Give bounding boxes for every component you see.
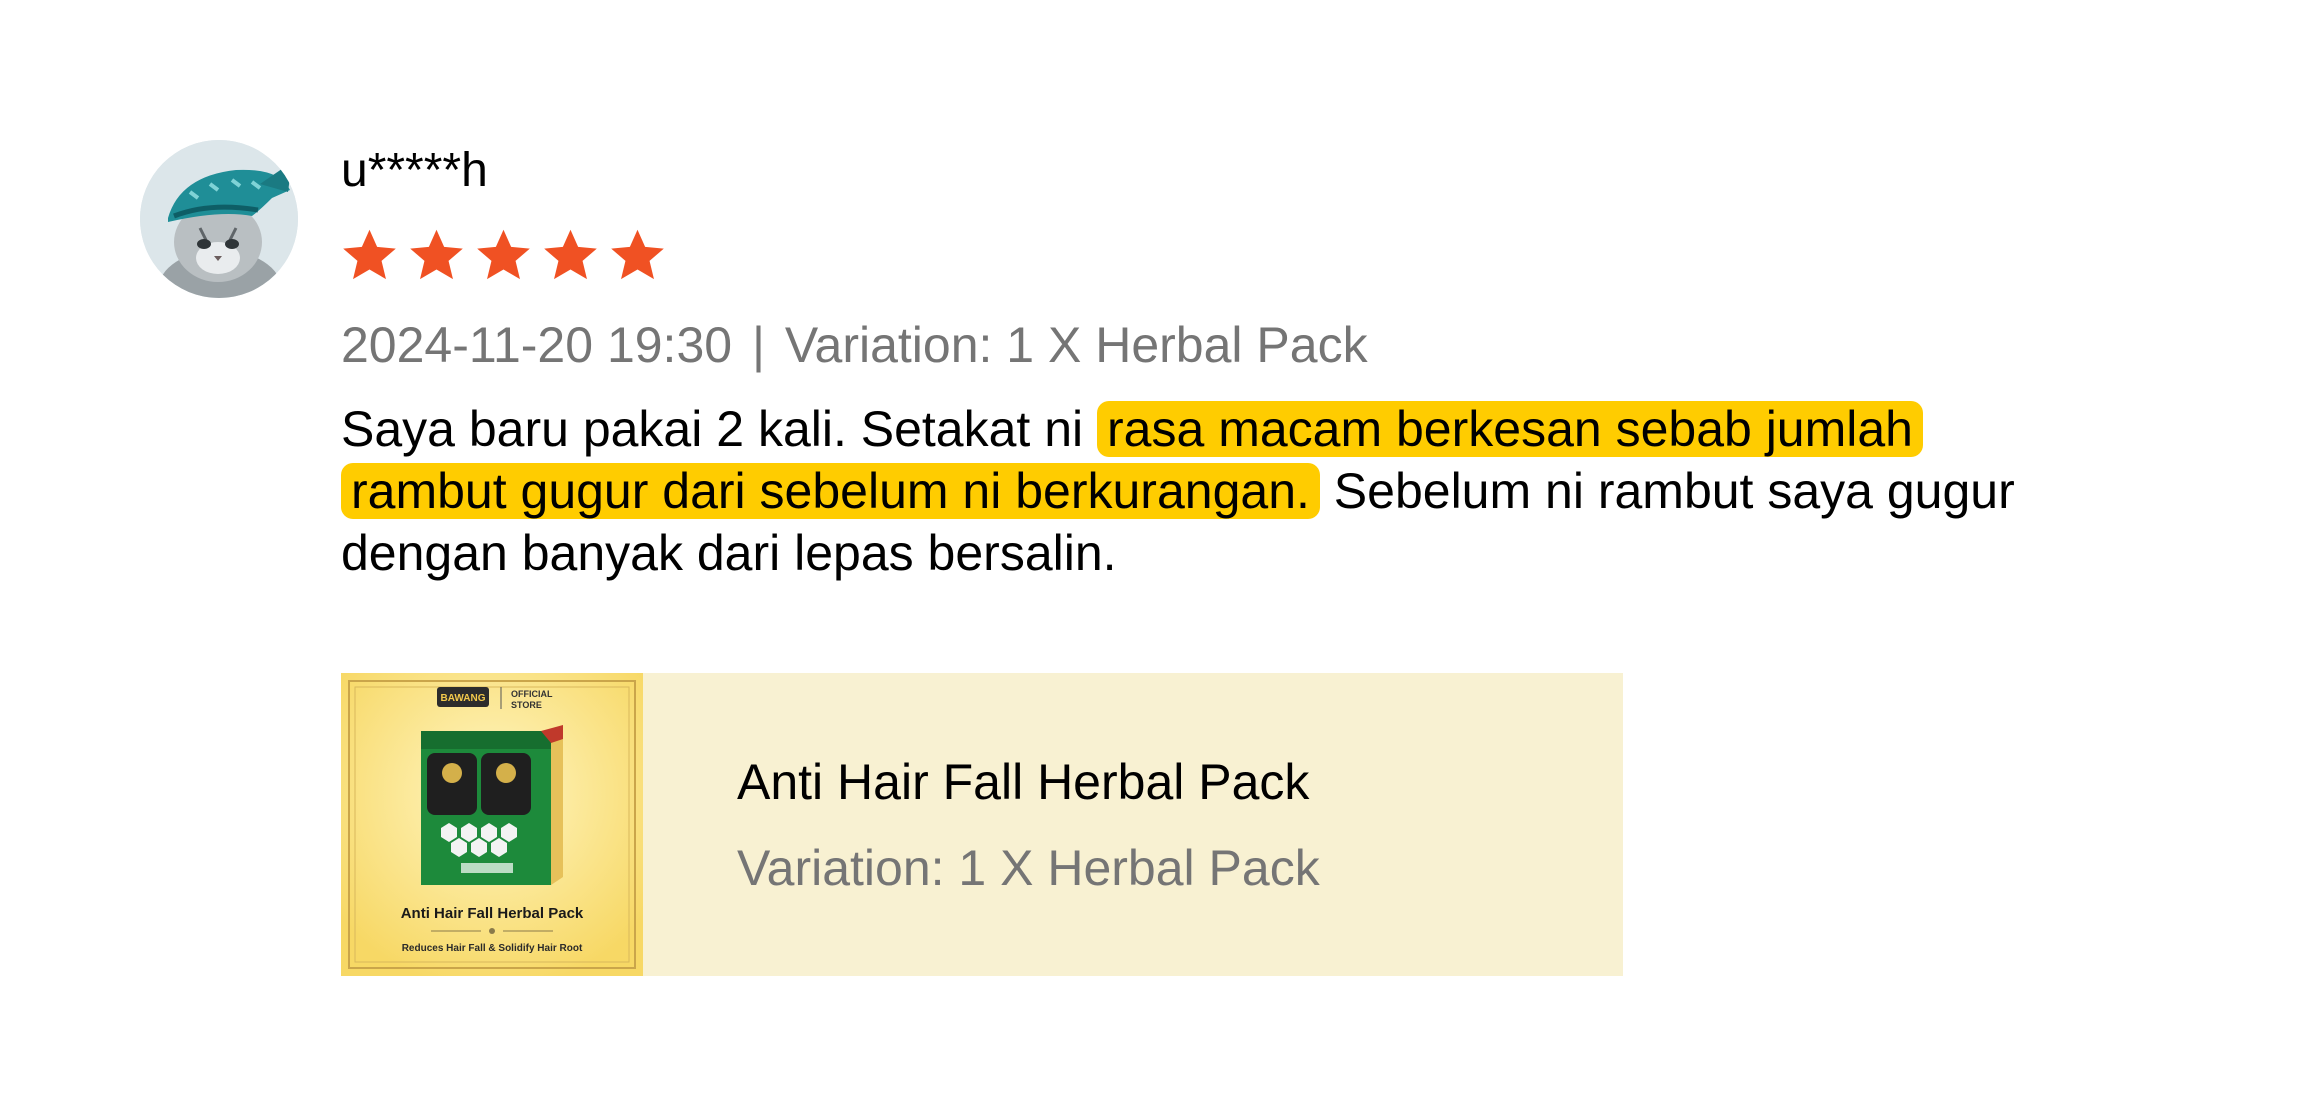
star-icon [477, 229, 530, 280]
official-label: OFFICIAL [511, 689, 553, 699]
review-text: Saya baru pakai 2 kali. Setakat ni rasa … [341, 398, 2021, 584]
review-date: 2024-11-20 19:30 [341, 317, 733, 373]
review-card: u*****h 2024-11-20 19:30 | Variation: 1 … [0, 0, 2314, 1104]
star-icon [544, 229, 597, 280]
pack-subtitle-text: Reduces Hair Fall & Solidify Hair Root [402, 943, 583, 954]
rating-stars [340, 226, 667, 285]
product-thumbnail[interactable]: BAWANG OFFICIAL STORE Anti Hair Fall Her… [341, 673, 643, 976]
review-text-before: Saya baru pakai 2 kali. Setakat ni [341, 401, 1084, 457]
star-icon [410, 229, 463, 280]
brand-logo-text: BAWANG [441, 693, 486, 704]
review-meta: 2024-11-20 19:30 | Variation: 1 X Herbal… [341, 316, 1368, 374]
pack-title-text: Anti Hair Fall Herbal Pack [401, 905, 584, 922]
star-icon [611, 229, 664, 280]
product-image: BAWANG OFFICIAL STORE Anti Hair Fall Her… [341, 673, 643, 976]
review-variation: Variation: 1 X Herbal Pack [784, 317, 1368, 373]
store-label: STORE [511, 700, 542, 710]
product-info: Anti Hair Fall Herbal Pack Variation: 1 … [643, 673, 1320, 976]
product-variation: Variation: 1 X Herbal Pack [737, 839, 1320, 896]
meta-separator: | [751, 317, 765, 373]
reviewer-username: u*****h [341, 144, 488, 197]
cat-avatar-icon [140, 140, 298, 298]
product-title[interactable]: Anti Hair Fall Herbal Pack [737, 752, 1320, 812]
star-icon [343, 229, 396, 280]
user-avatar[interactable] [140, 140, 298, 298]
product-card[interactable]: BAWANG OFFICIAL STORE Anti Hair Fall Her… [341, 673, 1623, 976]
